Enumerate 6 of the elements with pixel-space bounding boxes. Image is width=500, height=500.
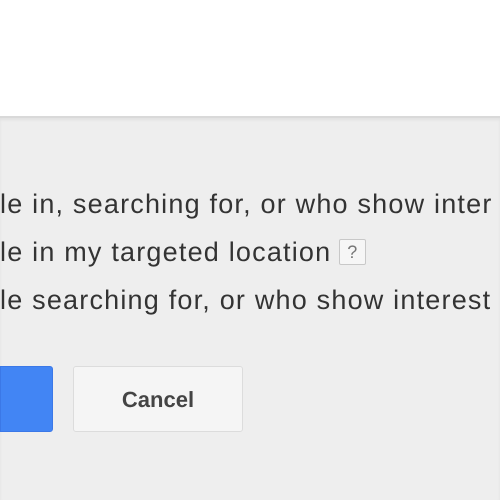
- option-label[interactable]: le searching for, or who show interest: [0, 281, 492, 319]
- cancel-button[interactable]: Cancel: [73, 366, 243, 432]
- option-label[interactable]: le in my targeted location: [0, 233, 332, 271]
- primary-button[interactable]: [0, 366, 53, 432]
- option-label[interactable]: le in, searching for, or who show inter: [0, 185, 493, 223]
- help-icon[interactable]: ?: [339, 239, 366, 265]
